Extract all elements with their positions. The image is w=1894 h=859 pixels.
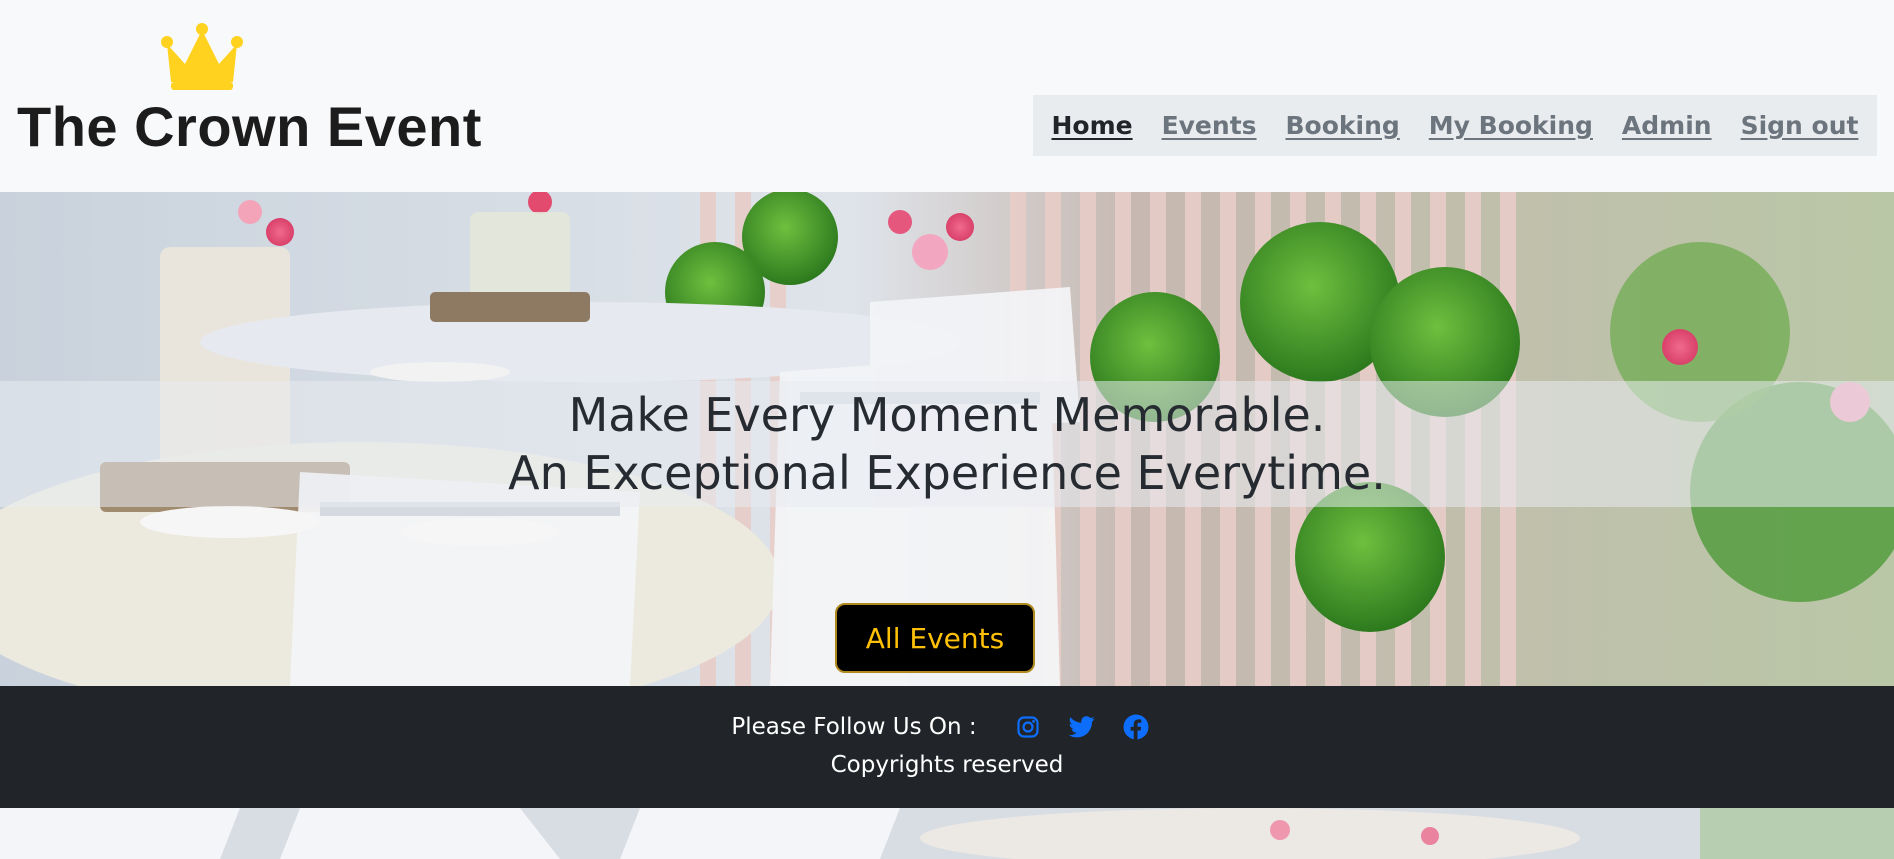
tagline-line-1: Make Every Moment Memorable.	[568, 388, 1326, 442]
nav-home-link[interactable]: Home	[1051, 111, 1132, 140]
main-nav: Home Events Booking My Booking Admin Sig…	[1033, 95, 1877, 156]
page-background-image	[0, 808, 1894, 859]
nav-events-link[interactable]: Events	[1162, 111, 1257, 140]
nav-admin-link[interactable]: Admin	[1622, 111, 1712, 140]
facebook-icon[interactable]	[1122, 713, 1150, 741]
tagline-line-2: An Exceptional Experience Everytime.	[508, 446, 1386, 500]
brand-name: The Crown Event	[17, 95, 482, 158]
crown-icon	[161, 23, 243, 90]
instagram-icon[interactable]	[1014, 713, 1042, 741]
hero-tagline: Make Every Moment Memorable. An Exceptio…	[0, 386, 1894, 502]
site-logo[interactable]: The Crown Event	[17, 22, 481, 162]
site-header: The Crown Event Home Events Booking My B…	[0, 0, 1894, 192]
follow-text: Please Follow Us On :	[731, 714, 977, 740]
nav-sign-out-link[interactable]: Sign out	[1741, 111, 1859, 140]
nav-my-booking-link[interactable]: My Booking	[1429, 111, 1593, 140]
copyright-text: Copyrights reserved	[830, 752, 1064, 778]
hero-section: Make Every Moment Memorable. An Exceptio…	[0, 192, 1894, 686]
all-events-button[interactable]: All Events	[835, 603, 1035, 673]
site-footer: Please Follow Us On : Copyrights reserve…	[0, 686, 1894, 808]
follow-row: Please Follow Us On :	[0, 713, 1894, 741]
twitter-icon[interactable]	[1068, 713, 1096, 741]
nav-booking-link[interactable]: Booking	[1286, 111, 1400, 140]
